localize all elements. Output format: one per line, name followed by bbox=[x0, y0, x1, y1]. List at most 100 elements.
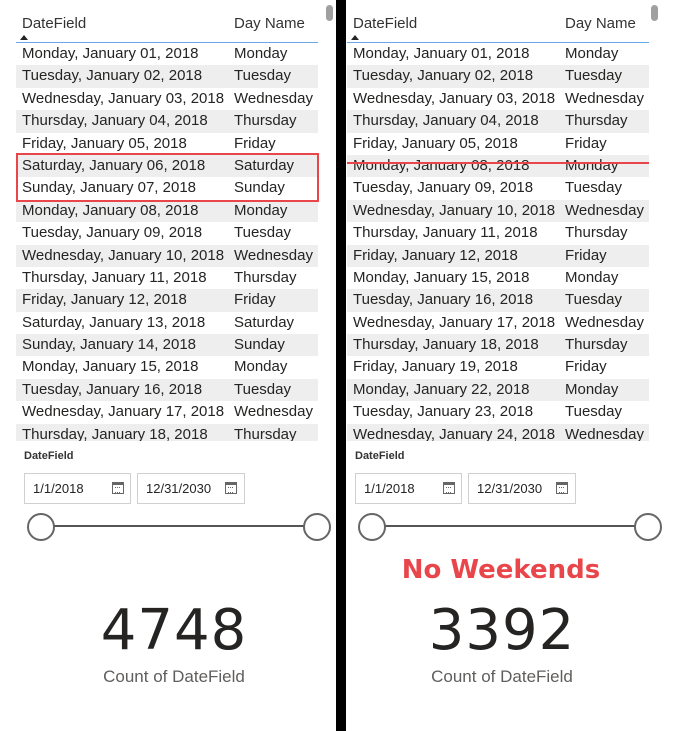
cell-day-name: Monday bbox=[234, 45, 288, 62]
cell-day-name: Thursday bbox=[234, 112, 297, 130]
cell-day-name: Wednesday bbox=[565, 425, 644, 441]
table-row[interactable]: Thursday, January 11, 2018 Thursday bbox=[347, 222, 649, 244]
cell-datefield: Sunday, January 14, 2018 bbox=[22, 336, 197, 354]
cell-day-name: Wednesday bbox=[565, 89, 644, 107]
cell-datefield: Wednesday, January 03, 2018 bbox=[22, 89, 225, 107]
cell-datefield: Monday, January 01, 2018 bbox=[22, 45, 199, 62]
table-row[interactable]: Wednesday, January 24, 2018 Wednesday bbox=[347, 423, 649, 441]
table-row[interactable]: Friday, January 19, 2018 Friday bbox=[347, 356, 649, 378]
table-body: Monday, January 01, 2018 Monday Tuesday, J… bbox=[16, 43, 318, 441]
cell-day-name: Wednesday bbox=[565, 201, 644, 219]
table-row[interactable]: Friday, January 12, 2018 Friday bbox=[347, 244, 649, 267]
cell-datefield: Friday, January 05, 2018 bbox=[353, 134, 518, 152]
cell-datefield: Tuesday, January 09, 2018 bbox=[353, 179, 534, 197]
calendar-icon[interactable] bbox=[443, 482, 455, 494]
end-date-value: 12/31/2030 bbox=[146, 481, 212, 496]
table-row[interactable]: Wednesday, January 10, 2018 Wednesday bbox=[16, 244, 318, 267]
weekend-highlight-box bbox=[16, 153, 319, 202]
table-row[interactable]: Thursday, January 04, 2018 Thursday bbox=[16, 110, 318, 133]
table-row[interactable]: Monday, January 01, 2018 Monday bbox=[16, 43, 318, 65]
table-row[interactable]: Wednesday, January 17, 2018 Wednesday bbox=[347, 312, 649, 334]
cell-datefield: Saturday, January 13, 2018 bbox=[22, 313, 206, 331]
count-card-value: 4748 bbox=[100, 598, 248, 663]
start-date-input[interactable]: 1/1/2018 bbox=[24, 473, 131, 504]
calendar-icon[interactable] bbox=[225, 482, 237, 494]
table-body: Monday, January 01, 2018 Monday Tuesday, J… bbox=[347, 43, 649, 441]
cell-datefield: Thursday, January 04, 2018 bbox=[22, 112, 208, 130]
calendar-icon[interactable] bbox=[112, 482, 124, 494]
table-row[interactable]: Friday, January 05, 2018 Friday bbox=[347, 133, 649, 155]
table-scrollbar[interactable] bbox=[651, 5, 658, 21]
table-row[interactable]: Wednesday, January 17, 2018 Wednesday bbox=[16, 401, 318, 423]
cell-day-name: Thursday bbox=[565, 336, 628, 354]
date-table: DateField Day Name Monday, January 01, 2… bbox=[16, 8, 318, 441]
table-row[interactable]: Tuesday, January 16, 2018 Tuesday bbox=[16, 378, 318, 402]
cell-day-name: Tuesday bbox=[565, 291, 622, 309]
cell-datefield: Thursday, January 18, 2018 bbox=[22, 425, 208, 441]
table-row[interactable]: Thursday, January 04, 2018 Thursday bbox=[347, 110, 649, 133]
cell-datefield: Tuesday, January 02, 2018 bbox=[353, 67, 534, 85]
sort-ascending-icon bbox=[20, 35, 28, 40]
column-header-day-name[interactable]: Day Name bbox=[565, 15, 636, 32]
start-date-input[interactable]: 1/1/2018 bbox=[355, 473, 462, 504]
cell-day-name: Tuesday bbox=[565, 67, 622, 85]
table-row[interactable]: Sunday, January 14, 2018 Sunday bbox=[16, 334, 318, 357]
table-row[interactable]: Wednesday, January 03, 2018 Wednesday bbox=[16, 88, 318, 110]
cell-datefield: Friday, January 12, 2018 bbox=[353, 246, 518, 264]
table-row[interactable]: Tuesday, January 16, 2018 Tuesday bbox=[347, 289, 649, 312]
cell-day-name: Friday bbox=[234, 134, 276, 152]
column-header-datefield[interactable]: DateField bbox=[22, 15, 86, 32]
table-row[interactable]: Monday, January 15, 2018 Monday bbox=[347, 267, 649, 289]
start-date-value: 1/1/2018 bbox=[33, 481, 84, 496]
table-row[interactable]: Saturday, January 13, 2018 Saturday bbox=[16, 312, 318, 334]
table-row[interactable]: Tuesday, January 23, 2018 Tuesday bbox=[347, 401, 649, 423]
cell-datefield: Tuesday, January 23, 2018 bbox=[353, 403, 534, 421]
slider-end-handle[interactable] bbox=[634, 513, 662, 541]
cell-datefield: Friday, January 19, 2018 bbox=[353, 358, 518, 376]
cell-day-name: Sunday bbox=[234, 336, 285, 354]
table-row[interactable]: Monday, January 01, 2018 Monday bbox=[347, 43, 649, 65]
cell-day-name: Thursday bbox=[234, 268, 297, 286]
table-row[interactable]: Wednesday, January 10, 2018 Wednesday bbox=[347, 199, 649, 223]
table-row[interactable]: Tuesday, January 09, 2018 Tuesday bbox=[347, 177, 649, 199]
table-scrollbar[interactable] bbox=[326, 5, 333, 21]
column-header-datefield[interactable]: DateField bbox=[353, 15, 417, 32]
slider-start-handle[interactable] bbox=[358, 513, 386, 541]
cell-day-name: Monday bbox=[234, 201, 288, 219]
table-row[interactable]: Monday, January 08, 2018 Monday bbox=[16, 199, 318, 223]
sort-ascending-icon bbox=[351, 35, 359, 40]
table-row[interactable]: Monday, January 08, 2018 Monday bbox=[347, 154, 649, 178]
cell-day-name: Tuesday bbox=[234, 380, 291, 398]
date-slicer: DateField 1/1/2018 12/31/2030 bbox=[24, 450, 336, 541]
table-row[interactable]: Thursday, January 18, 2018 Thursday bbox=[347, 334, 649, 357]
table-row[interactable]: Tuesday, January 02, 2018 Tuesday bbox=[16, 65, 318, 88]
end-date-input[interactable]: 12/31/2030 bbox=[137, 473, 245, 504]
table-row[interactable]: Tuesday, January 02, 2018 Tuesday bbox=[347, 65, 649, 88]
cell-day-name: Wednesday bbox=[234, 246, 313, 264]
table-row[interactable]: Monday, January 15, 2018 Monday bbox=[16, 356, 318, 378]
slider-track[interactable] bbox=[42, 525, 318, 527]
table-row[interactable]: Monday, January 22, 2018 Monday bbox=[347, 378, 649, 402]
cell-datefield: Tuesday, January 16, 2018 bbox=[353, 291, 534, 309]
slider-track[interactable] bbox=[373, 525, 649, 527]
table-row[interactable]: Friday, January 05, 2018 Friday bbox=[16, 133, 318, 155]
cell-day-name: Thursday bbox=[234, 425, 297, 441]
table-row[interactable]: Wednesday, January 03, 2018 Wednesday bbox=[347, 88, 649, 110]
table-row[interactable]: Thursday, January 18, 2018 Thursday bbox=[16, 423, 318, 441]
cell-day-name: Thursday bbox=[565, 112, 628, 130]
end-date-input[interactable]: 12/31/2030 bbox=[468, 473, 576, 504]
table-row[interactable]: Friday, January 12, 2018 Friday bbox=[16, 289, 318, 312]
table-row[interactable]: Tuesday, January 09, 2018 Tuesday bbox=[16, 222, 318, 244]
cell-datefield: Wednesday, January 03, 2018 bbox=[353, 89, 556, 107]
left-report-panel: DateField Day Name Monday, January 01, 2… bbox=[0, 0, 336, 731]
right-report-panel: DateField Day Name Monday, January 01, 2… bbox=[346, 0, 700, 731]
calendar-icon[interactable] bbox=[556, 482, 568, 494]
slider-start-handle[interactable] bbox=[27, 513, 55, 541]
slider-end-handle[interactable] bbox=[303, 513, 331, 541]
column-header-day-name[interactable]: Day Name bbox=[234, 15, 305, 32]
cell-day-name: Tuesday bbox=[234, 67, 291, 85]
cell-datefield: Monday, January 15, 2018 bbox=[353, 268, 530, 286]
cell-datefield: Friday, January 12, 2018 bbox=[22, 291, 187, 309]
table-row[interactable]: Thursday, January 11, 2018 Thursday bbox=[16, 267, 318, 289]
cell-datefield: Wednesday, January 17, 2018 bbox=[353, 313, 556, 331]
